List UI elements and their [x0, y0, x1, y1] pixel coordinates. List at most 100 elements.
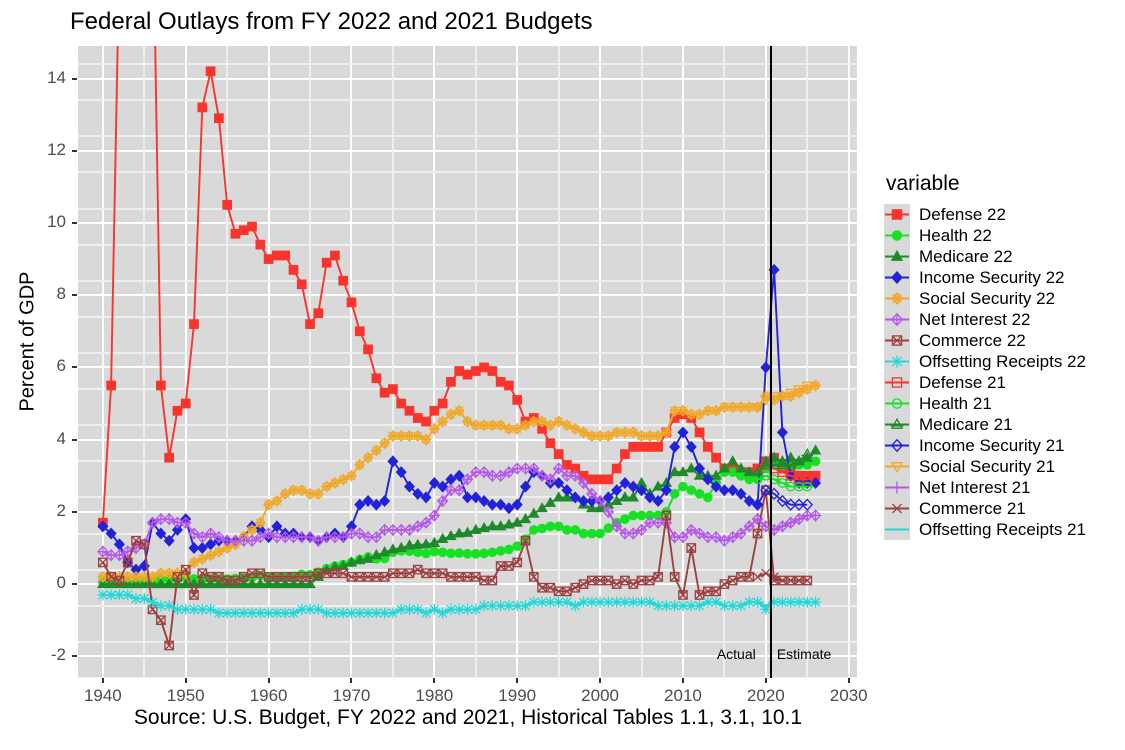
legend-item-offsetting-receipts-21[interactable]: Offsetting Receipts 21	[884, 519, 1086, 540]
y-axis-tick	[72, 583, 77, 586]
x-axis-tick	[101, 678, 104, 683]
y-axis-tick	[72, 294, 77, 297]
series-commerce-22	[98, 485, 813, 651]
legend-key-icon	[884, 309, 910, 330]
legend-item-label: Net Interest 21	[919, 477, 1031, 497]
legend-item-label: Social Security 21	[919, 456, 1056, 476]
legend-item-label: Medicare 21	[919, 414, 1013, 434]
legend-key-icon	[884, 393, 910, 414]
x-axis-tick	[681, 678, 684, 683]
y-axis-tick-label: 2	[56, 500, 66, 520]
legend-item-label: Offsetting Receipts 22	[919, 351, 1086, 371]
y-axis-tick-label: 4	[56, 428, 66, 448]
y-axis-tick-label: 6	[56, 356, 66, 376]
y-axis-tick-label: 0	[56, 573, 66, 593]
legend-item-health-21[interactable]: Health 21	[884, 393, 1086, 414]
y-axis-tick	[72, 221, 77, 224]
legend-item-label: Income Security 22	[919, 267, 1065, 287]
x-axis-tick	[184, 678, 187, 683]
legend-key-icon	[884, 498, 910, 519]
legend-items: Defense 22 Health 22 Medicare 22 Income Sec…	[884, 204, 1086, 540]
legend-item-health-22[interactable]: Health 22	[884, 225, 1086, 246]
x-axis-tick	[267, 678, 270, 683]
y-axis-tick	[72, 655, 77, 658]
legend-key-icon	[884, 225, 910, 246]
legend-item-income-security-21[interactable]: Income Security 21	[884, 435, 1086, 456]
legend-item-income-security-22[interactable]: Income Security 22	[884, 267, 1086, 288]
legend-item-medicare-21[interactable]: Medicare 21	[884, 414, 1086, 435]
series-layer	[97, 46, 822, 651]
x-axis-tick	[847, 678, 850, 683]
legend-item-offsetting-receipts-22[interactable]: Offsetting Receipts 22	[884, 351, 1086, 372]
legend-item-label: Medicare 22	[919, 246, 1013, 266]
legend-item-defense-22[interactable]: Defense 22	[884, 204, 1086, 225]
x-axis-tick-label: 1950	[166, 686, 205, 705]
series-medicare-22	[97, 444, 822, 589]
x-axis-tick-label: 1970	[332, 686, 371, 705]
y-axis-tick-label: 12	[47, 139, 66, 159]
y-axis-tick-label: -2	[50, 645, 66, 665]
legend-item-commerce-22[interactable]: Commerce 22	[884, 330, 1086, 351]
y-axis-tick	[72, 149, 77, 152]
legend-key-icon	[884, 330, 910, 351]
legend-key-icon	[884, 477, 910, 498]
legend-item-label: Net Interest 22	[919, 309, 1031, 329]
x-axis-tick	[516, 678, 519, 683]
legend: variable Defense 22 Health 22 Medicare 22 I…	[884, 172, 1086, 540]
x-axis-tick-label: 1980	[415, 686, 454, 705]
legend-item-label: Offsetting Receipts 21	[919, 519, 1086, 539]
x-axis-tick-label: 2000	[581, 686, 619, 705]
y-axis-tick	[72, 438, 77, 441]
legend-key-icon	[884, 267, 910, 288]
legend-title: variable	[886, 172, 960, 195]
x-axis-tick	[433, 678, 436, 683]
y-axis-tick-label: 14	[47, 67, 66, 87]
legend-item-defense-21[interactable]: Defense 21	[884, 372, 1086, 393]
legend-key-icon	[884, 246, 910, 267]
legend-key-icon	[884, 351, 910, 372]
legend-item-social-security-21[interactable]: Social Security 21	[884, 456, 1086, 477]
x-axis-tick-label: 2030	[829, 686, 868, 705]
x-axis-tick	[599, 678, 602, 683]
legend-key-icon	[884, 519, 910, 540]
legend-item-label: Health 21	[919, 393, 992, 413]
legend-item-commerce-21[interactable]: Commerce 21	[884, 498, 1086, 519]
y-axis-tick-label: 10	[47, 211, 66, 231]
y-axis-tick	[72, 77, 77, 80]
legend-item-label: Health 22	[919, 225, 992, 245]
legend-item-medicare-22[interactable]: Medicare 22	[884, 246, 1086, 267]
legend-item-net-interest-22[interactable]: Net Interest 22	[884, 309, 1086, 330]
legend-item-label: Defense 21	[919, 372, 1006, 392]
source-caption: Source: U.S. Budget, FY 2022 and 2021, H…	[133, 706, 803, 729]
y-axis-tick	[72, 510, 77, 513]
x-axis-tick-label: 1940	[83, 686, 122, 705]
x-axis-tick-label: 1960	[249, 686, 288, 705]
legend-item-label: Commerce 21	[919, 498, 1026, 518]
y-axis-tick	[72, 366, 77, 369]
legend-item-label: Social Security 22	[919, 288, 1056, 308]
series-defense-22	[98, 46, 821, 528]
legend-key-icon	[884, 456, 910, 477]
page-title: Federal Outlays from FY 2022 and 2021 Bu…	[70, 8, 593, 35]
plot-panel: Actual Estimate	[78, 46, 857, 678]
legend-item-label: Income Security 21	[919, 435, 1065, 455]
legend-key-icon	[884, 414, 910, 435]
legend-item-social-security-22[interactable]: Social Security 22	[884, 288, 1086, 309]
x-axis-tick-label: 1990	[498, 686, 537, 705]
legend-key-icon	[884, 204, 910, 225]
estimate-label: Estimate	[776, 645, 832, 662]
legend-key-icon	[884, 435, 910, 456]
legend-key-icon	[884, 372, 910, 393]
x-axis-tick	[764, 678, 767, 683]
legend-item-net-interest-21[interactable]: Net Interest 21	[884, 477, 1086, 498]
legend-item-label: Defense 22	[919, 204, 1006, 224]
y-axis-tick-label: 8	[56, 284, 66, 304]
actual-label: Actual	[716, 645, 756, 662]
y-axis-title: Percent of GDP	[16, 271, 39, 412]
x-axis-tick	[350, 678, 353, 683]
legend-key-icon	[884, 288, 910, 309]
actual-estimate-divider	[769, 46, 772, 678]
x-axis-tick-label: 2020	[746, 686, 785, 705]
x-axis-tick-label: 2010	[664, 686, 702, 705]
legend-item-label: Commerce 22	[919, 330, 1026, 350]
